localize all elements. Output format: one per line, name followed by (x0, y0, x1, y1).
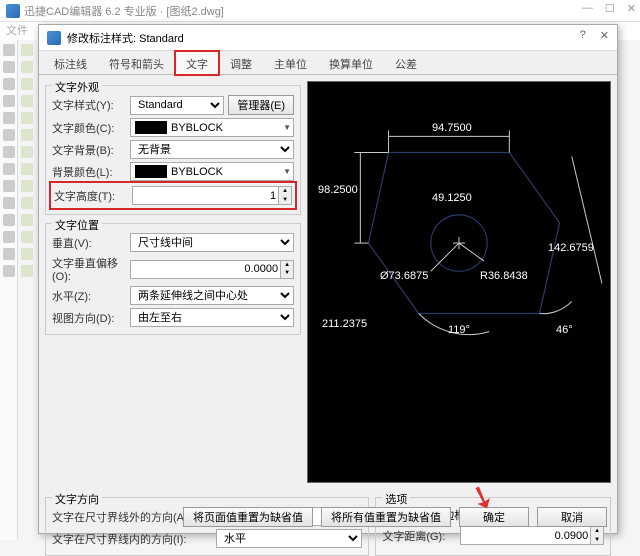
label-offset: 文字垂直偏移(O): (52, 255, 126, 283)
ok-button[interactable]: 确定 (459, 507, 529, 527)
label-height: 文字高度(T): (54, 188, 128, 204)
offset-input[interactable] (130, 260, 281, 279)
dim-h: 119° (448, 324, 470, 336)
dimstyle-dialog: 修改标注样式: Standard ? ✕ 标注线 符号和箭头 文字 调整 主单位… (38, 24, 618, 534)
label-indir: 文字在尺寸界线内的方向(I): (52, 531, 212, 547)
manager-button[interactable]: 管理器(E) (228, 95, 294, 115)
height-input[interactable] (132, 186, 279, 205)
tab-lines[interactable]: 标注线 (43, 51, 98, 74)
reset-all-button[interactable]: 将所有值重置为缺省值 (321, 507, 451, 527)
reset-page-button[interactable]: 将页面值重置为缺省值 (183, 507, 313, 527)
tab-fit[interactable]: 调整 (219, 51, 263, 74)
dist-spinner[interactable]: ▲▼ (591, 526, 604, 545)
app-titlebar: 迅捷CAD编辑器 6.2 专业版 · [图纸2.dwg] — ☐ ✕ (0, 0, 640, 22)
tab-primary[interactable]: 主单位 (263, 51, 318, 74)
offset-spinner[interactable]: ▲▼ (281, 260, 294, 279)
app-title: 迅捷CAD编辑器 6.2 专业版 · [图纸2.dwg] (24, 3, 224, 19)
bgcolor-select[interactable]: BYBLOCK▼ (130, 162, 294, 181)
label-bg: 文字背景(B): (52, 142, 126, 158)
toolbar-left-b[interactable] (18, 40, 36, 540)
toolbar-left-a[interactable] (0, 40, 18, 540)
dialog-close-icon[interactable]: ✕ (600, 29, 609, 42)
group-appearance: 文字外观 文字样式(Y): Standard 管理器(E) 文字颜色(C): B… (45, 85, 301, 215)
dialog-title: 修改标注样式: Standard (67, 30, 184, 46)
label-color: 文字颜色(C): (52, 120, 126, 136)
dim-b: 98.2500 (318, 184, 358, 196)
height-spinner[interactable]: ▲▼ (279, 186, 292, 205)
label-style: 文字样式(Y): (52, 97, 126, 113)
dialog-titlebar: 修改标注样式: Standard ? ✕ (39, 25, 617, 51)
dim-a: 94.7500 (432, 122, 472, 134)
cancel-button[interactable]: 取消 (537, 507, 607, 527)
viewdir-select[interactable]: 由左至右 (130, 308, 294, 327)
help-icon[interactable]: ? (580, 29, 586, 42)
bg-select[interactable]: 无背景 (130, 140, 294, 159)
label-dist: 文字距离(G): (382, 528, 456, 544)
group-position: 文字位置 垂直(V): 尺寸线中间 文字垂直偏移(O): ▲▼ 水平(Z): 两… (45, 223, 301, 335)
dim-c: 49.1250 (432, 192, 472, 204)
dim-d: Ø73.6875 (380, 270, 428, 282)
dim-i: 46° (556, 324, 573, 336)
tab-text[interactable]: 文字 (175, 51, 219, 75)
tab-symbols[interactable]: 符号和箭头 (98, 51, 175, 74)
tab-tol[interactable]: 公差 (384, 51, 428, 74)
maximize-icon[interactable]: ☐ (605, 2, 615, 15)
color-select[interactable]: BYBLOCK▼ (130, 118, 294, 137)
vert-select[interactable]: 尺寸线中间 (130, 233, 294, 252)
style-select[interactable]: Standard (130, 96, 224, 115)
app-logo-icon (6, 4, 20, 18)
close-icon[interactable]: ✕ (627, 2, 636, 15)
minimize-icon[interactable]: — (582, 2, 593, 15)
label-horiz: 水平(Z): (52, 288, 126, 304)
tab-strip: 标注线 符号和箭头 文字 调整 主单位 换算单位 公差 (39, 51, 617, 75)
indir-select[interactable]: 水平 (216, 529, 362, 548)
dim-g: 211.2375 (322, 318, 367, 330)
dim-f: 142.6759 (548, 242, 594, 254)
dist-input[interactable] (460, 526, 591, 545)
horiz-select[interactable]: 两条延伸线之间中心处 (130, 286, 294, 305)
label-viewdir: 视图方向(D): (52, 310, 126, 326)
label-bgcolor: 背景颜色(L): (52, 164, 126, 180)
label-vert: 垂直(V): (52, 235, 126, 251)
preview-pane: 94.7500 98.2500 49.1250 Ø73.6875 R36.843… (307, 81, 611, 483)
dialog-logo-icon (47, 31, 61, 45)
tab-alt[interactable]: 换算单位 (318, 51, 384, 74)
dim-e: R36.8438 (480, 270, 528, 282)
